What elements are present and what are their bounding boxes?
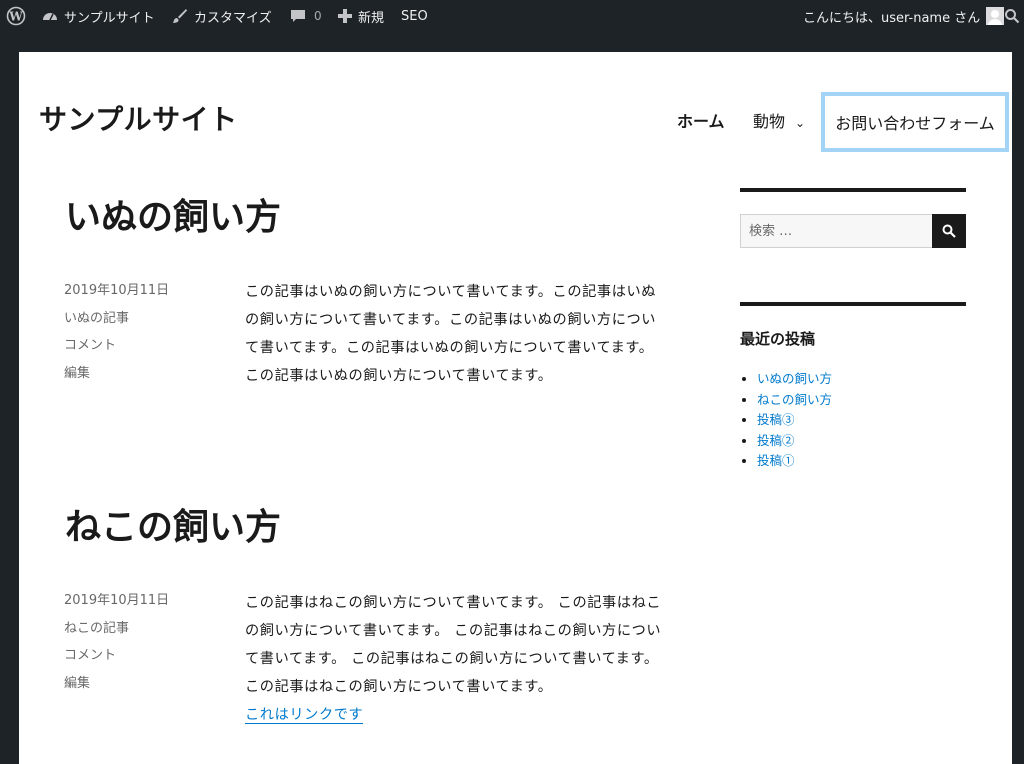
admin-site-name-link[interactable]: サンプルサイト: [42, 0, 155, 32]
plus-icon: [338, 9, 352, 23]
admin-new-label: 新規: [358, 10, 385, 26]
search-input[interactable]: [740, 214, 932, 248]
recent-posts-title: 最近の投稿: [740, 330, 816, 348]
svg-text:W: W: [8, 10, 23, 24]
search-form: [740, 214, 966, 248]
nav-item-home[interactable]: ホーム: [677, 108, 725, 132]
recent-posts-list: いぬの飼い方 ねこの飼い方 投稿③ 投稿② 投稿①: [757, 369, 832, 472]
site-title[interactable]: サンプルサイト: [39, 98, 238, 138]
admin-customize-label: カスタマイズ: [194, 10, 272, 26]
post-content-line: の飼い方について書いてます。この記事はいぬの飼い方につい: [245, 312, 657, 328]
list-item: いぬの飼い方: [757, 369, 832, 390]
site-page: サンプルサイト ホーム 動物 ⌄ お問い合わせフォーム いぬの飼い方 2019年1…: [19, 52, 1012, 764]
post-content-line: この記事はいぬの飼い方について書いてます。: [245, 368, 553, 384]
post-content-line: の飼い方について書いてます。 この記事はねこの飼い方につい: [245, 623, 662, 639]
post-meta: 2019年10月11日 ねこの記事 コメント 編集: [64, 587, 169, 697]
post-edit-link[interactable]: 編集: [64, 670, 169, 698]
post-category[interactable]: いぬの記事: [64, 305, 169, 333]
post-comment-link[interactable]: コメント: [64, 332, 169, 360]
chevron-down-icon[interactable]: ⌄: [795, 116, 805, 130]
search-button[interactable]: [932, 214, 966, 248]
admin-comments-link[interactable]: 0: [290, 0, 322, 32]
widget-divider: [740, 188, 966, 192]
recent-post-link[interactable]: いぬの飼い方: [757, 371, 832, 386]
search-icon: [942, 224, 956, 238]
post-category[interactable]: ねこの記事: [64, 615, 169, 643]
post-content: この記事はいぬの飼い方について書いてます。この記事はいぬ の飼い方について書いて…: [245, 278, 697, 390]
post-edit-link[interactable]: 編集: [64, 360, 169, 388]
post-content-link[interactable]: これはリンクです: [245, 707, 364, 724]
list-item: ねこの飼い方: [757, 390, 832, 411]
admin-new-link[interactable]: 新規: [338, 0, 384, 32]
post-content-line: この記事はねこの飼い方について書いてます。 この記事はねこ: [245, 595, 662, 611]
post-date[interactable]: 2019年10月11日: [64, 587, 169, 615]
brush-icon: [172, 8, 188, 24]
list-item: 投稿③: [757, 410, 832, 431]
post-content: この記事はねこの飼い方について書いてます。 この記事はねこ の飼い方について書い…: [245, 589, 697, 729]
post-title[interactable]: いぬの飼い方: [65, 188, 281, 240]
post-comment-link[interactable]: コメント: [64, 642, 169, 670]
nav-item-animals[interactable]: 動物 ⌄: [753, 108, 805, 132]
nav-item-animals-label: 動物: [753, 112, 786, 131]
recent-post-link[interactable]: ねこの飼い方: [757, 392, 832, 407]
post-content-line: て書いてます。 この記事はねこの飼い方について書いてます。: [245, 651, 659, 667]
admin-search-icon[interactable]: [1004, 0, 1020, 32]
list-item: 投稿②: [757, 431, 832, 452]
post-content-line: て書いてます。この記事はいぬの飼い方について書いてます。: [245, 340, 654, 356]
dashboard-icon: [42, 8, 58, 24]
post-content-line: この記事はいぬの飼い方について書いてます。この記事はいぬ: [245, 284, 657, 300]
admin-comments-count: 0: [314, 9, 322, 23]
admin-customize-link[interactable]: カスタマイズ: [172, 0, 272, 32]
post-date[interactable]: 2019年10月11日: [64, 277, 169, 305]
avatar: [986, 7, 1005, 25]
admin-account-link[interactable]: こんにちは、user-name さん: [803, 0, 1005, 32]
recent-post-link[interactable]: 投稿①: [757, 453, 795, 468]
nav-item-contact[interactable]: お問い合わせフォーム: [821, 92, 1009, 152]
post-content-line: この記事はねこの飼い方について書いてます。: [245, 679, 553, 695]
widget-divider: [740, 302, 966, 306]
admin-seo-link[interactable]: SEO: [401, 0, 428, 32]
comment-bubble-icon: [290, 8, 306, 24]
admin-bar: W サンプルサイト カスタマイズ 0 新規 SEO こんにちは、user-nam…: [0, 0, 1024, 32]
list-item: 投稿①: [757, 451, 832, 472]
admin-greeting: こんにちは、user-name さん: [803, 10, 981, 26]
post-meta: 2019年10月11日 いぬの記事 コメント 編集: [64, 277, 169, 387]
wordpress-logo-icon[interactable]: W: [6, 0, 26, 32]
recent-post-link[interactable]: 投稿③: [757, 412, 795, 427]
recent-post-link[interactable]: 投稿②: [757, 433, 795, 448]
admin-site-name-label: サンプルサイト: [64, 10, 155, 26]
post-title[interactable]: ねこの飼い方: [65, 498, 281, 550]
